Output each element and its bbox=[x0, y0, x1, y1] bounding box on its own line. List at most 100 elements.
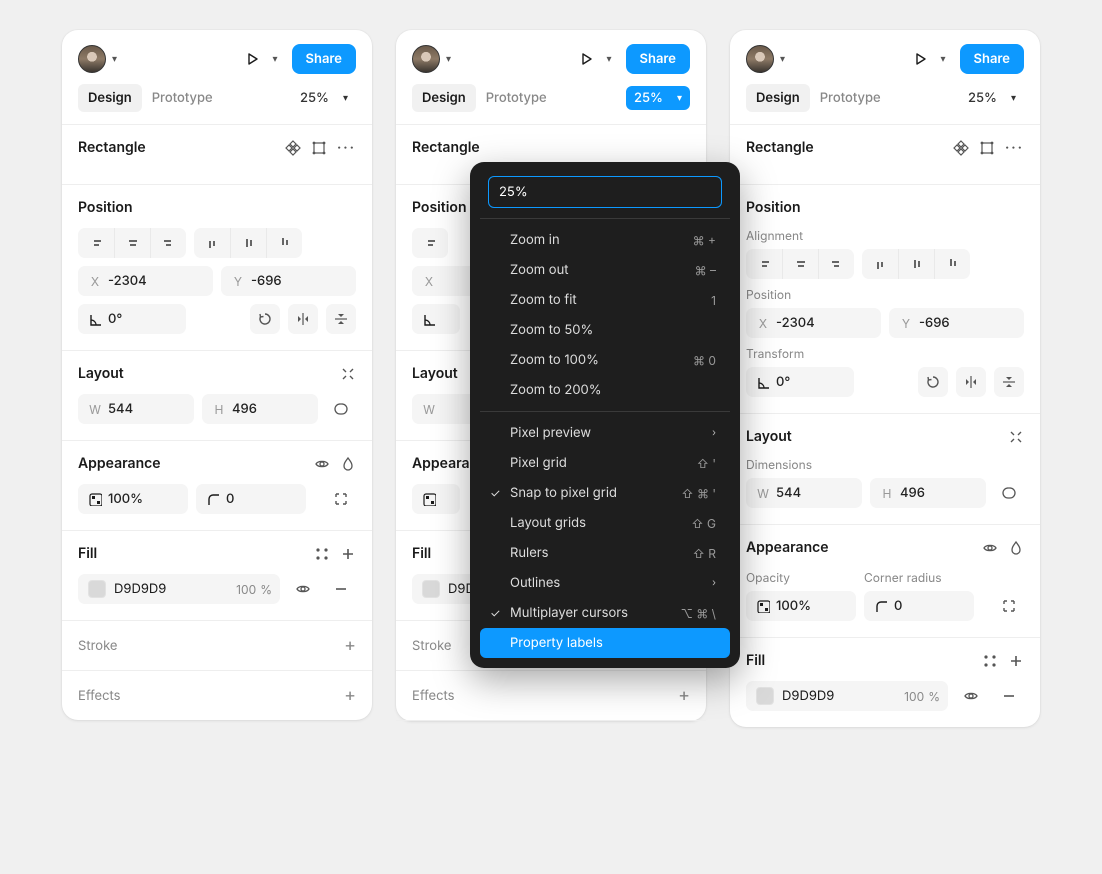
add-stroke-button[interactable]: + bbox=[344, 635, 356, 656]
rotation-field[interactable]: 0° bbox=[78, 304, 186, 334]
fill-visibility-button[interactable] bbox=[288, 574, 318, 604]
add-effect-button[interactable]: + bbox=[344, 685, 356, 706]
opacity-field[interactable] bbox=[412, 484, 460, 514]
remove-fill-button[interactable] bbox=[326, 574, 356, 604]
zoom-menu-item[interactable]: Pixel preview› bbox=[480, 418, 730, 448]
zoom-control[interactable]: 25% ▾ bbox=[960, 86, 1024, 110]
styles-icon[interactable] bbox=[982, 653, 998, 669]
zoom-menu-item[interactable]: Property labels bbox=[480, 628, 730, 658]
constrain-proportions-button[interactable] bbox=[326, 394, 356, 424]
zoom-menu-item[interactable]: Outlines› bbox=[480, 568, 730, 598]
align-top-button[interactable] bbox=[194, 228, 230, 258]
preview-button[interactable]: ▾ bbox=[907, 47, 952, 71]
align-bottom-button[interactable] bbox=[934, 249, 970, 279]
y-field[interactable]: Y-696 bbox=[221, 266, 356, 296]
preview-button[interactable]: ▾ bbox=[573, 47, 618, 71]
stroke-section[interactable]: Stroke + bbox=[62, 621, 372, 671]
tab-prototype[interactable]: Prototype bbox=[142, 84, 223, 112]
chevron-down-icon[interactable]: ▾ bbox=[273, 53, 278, 65]
add-effect-button[interactable]: + bbox=[678, 685, 690, 706]
tab-design[interactable]: Design bbox=[746, 84, 810, 112]
rotation-field[interactable] bbox=[412, 304, 460, 334]
add-fill-button[interactable] bbox=[1008, 653, 1024, 669]
zoom-menu-item[interactable]: Rulers⇧ R bbox=[480, 538, 730, 568]
add-fill-button[interactable] bbox=[340, 546, 356, 562]
styles-icon[interactable] bbox=[314, 546, 330, 562]
avatar-chevron-icon[interactable]: ▾ bbox=[780, 53, 785, 65]
flip-vertical-button[interactable] bbox=[326, 304, 356, 334]
avatar-chevron-icon[interactable]: ▾ bbox=[112, 53, 117, 65]
opacity-field[interactable]: 100% bbox=[78, 484, 188, 514]
fill-swatch[interactable] bbox=[88, 580, 106, 598]
zoom-menu-item[interactable]: Zoom to 50% bbox=[480, 315, 730, 345]
align-middle-button[interactable] bbox=[898, 249, 934, 279]
corner-radius-field[interactable]: 0 bbox=[864, 591, 974, 621]
preview-button[interactable]: ▾ bbox=[239, 47, 284, 71]
share-button[interactable]: Share bbox=[960, 44, 1024, 74]
zoom-menu-item[interactable]: ✓Multiplayer cursors⌥ ⌘ \ bbox=[480, 598, 730, 628]
fill-color-field[interactable]: D9D9D9 100% bbox=[746, 681, 948, 711]
tab-prototype[interactable]: Prototype bbox=[476, 84, 557, 112]
remove-fill-button[interactable] bbox=[994, 681, 1024, 711]
zoom-menu-item[interactable]: ✓Snap to pixel grid⇧ ⌘ ' bbox=[480, 478, 730, 508]
zoom-menu-item[interactable]: Pixel grid⇧ ' bbox=[480, 448, 730, 478]
height-field[interactable]: H496 bbox=[202, 394, 318, 424]
align-left-button[interactable] bbox=[412, 228, 448, 258]
flip-vertical-button[interactable] bbox=[994, 367, 1024, 397]
zoom-menu-item[interactable]: Zoom to 100%⌘ 0 bbox=[480, 345, 730, 375]
zoom-menu-item[interactable]: Layout grids⇧ G bbox=[480, 508, 730, 538]
blend-mode-icon[interactable] bbox=[340, 456, 356, 472]
autolayout-toggle-icon[interactable] bbox=[1008, 429, 1024, 445]
chevron-down-icon[interactable]: ▾ bbox=[941, 53, 946, 65]
blend-mode-icon[interactable] bbox=[1008, 540, 1024, 556]
share-button[interactable]: Share bbox=[626, 44, 690, 74]
zoom-menu-item[interactable]: Zoom to 200% bbox=[480, 375, 730, 405]
align-center-button[interactable] bbox=[782, 249, 818, 279]
align-top-button[interactable] bbox=[862, 249, 898, 279]
corner-radius-field[interactable]: 0 bbox=[196, 484, 306, 514]
avatar[interactable] bbox=[78, 45, 106, 73]
individual-corners-button[interactable] bbox=[326, 484, 356, 514]
align-left-button[interactable] bbox=[746, 249, 782, 279]
tab-design[interactable]: Design bbox=[78, 84, 142, 112]
fill-color-field[interactable]: D9D9D9 100% bbox=[78, 574, 280, 604]
zoom-menu-item[interactable]: Zoom in⌘ + bbox=[480, 225, 730, 255]
fill-swatch[interactable] bbox=[422, 580, 440, 598]
edit-frame-icon[interactable] bbox=[979, 140, 995, 156]
component-icon[interactable] bbox=[953, 140, 969, 156]
flip-horizontal-button[interactable] bbox=[956, 367, 986, 397]
align-right-button[interactable] bbox=[150, 228, 186, 258]
individual-corners-button[interactable] bbox=[994, 591, 1024, 621]
align-left-button[interactable] bbox=[78, 228, 114, 258]
selection-name[interactable]: Rectangle bbox=[746, 139, 814, 156]
visibility-icon[interactable] bbox=[982, 540, 998, 556]
avatar-chevron-icon[interactable]: ▾ bbox=[446, 53, 451, 65]
y-field[interactable]: Y-696 bbox=[889, 308, 1024, 338]
selection-name[interactable]: Rectangle bbox=[412, 139, 480, 156]
effects-section[interactable]: Effects+ bbox=[396, 671, 706, 721]
zoom-menu-item[interactable]: Zoom to fit1 bbox=[480, 285, 730, 315]
more-icon[interactable]: ··· bbox=[337, 140, 356, 156]
align-middle-button[interactable] bbox=[230, 228, 266, 258]
flip-horizontal-button[interactable] bbox=[288, 304, 318, 334]
zoom-menu-item[interactable]: Zoom out⌘ – bbox=[480, 255, 730, 285]
width-field[interactable]: W544 bbox=[78, 394, 194, 424]
x-field[interactable]: X-2304 bbox=[746, 308, 881, 338]
zoom-control[interactable]: 25% ▾ bbox=[626, 86, 690, 110]
avatar[interactable] bbox=[746, 45, 774, 73]
rotate-90-button[interactable] bbox=[250, 304, 280, 334]
component-icon[interactable] bbox=[285, 140, 301, 156]
align-bottom-button[interactable] bbox=[266, 228, 302, 258]
align-right-button[interactable] bbox=[818, 249, 854, 279]
avatar[interactable] bbox=[412, 45, 440, 73]
tab-design[interactable]: Design bbox=[412, 84, 476, 112]
height-field[interactable]: H496 bbox=[870, 478, 986, 508]
chevron-down-icon[interactable]: ▾ bbox=[607, 53, 612, 65]
opacity-field[interactable]: 100% bbox=[746, 591, 856, 621]
fill-swatch[interactable] bbox=[756, 687, 774, 705]
tab-prototype[interactable]: Prototype bbox=[810, 84, 891, 112]
x-field[interactable]: X-2304 bbox=[78, 266, 213, 296]
align-center-button[interactable] bbox=[114, 228, 150, 258]
rotation-field[interactable]: 0° bbox=[746, 367, 854, 397]
share-button[interactable]: Share bbox=[292, 44, 356, 74]
